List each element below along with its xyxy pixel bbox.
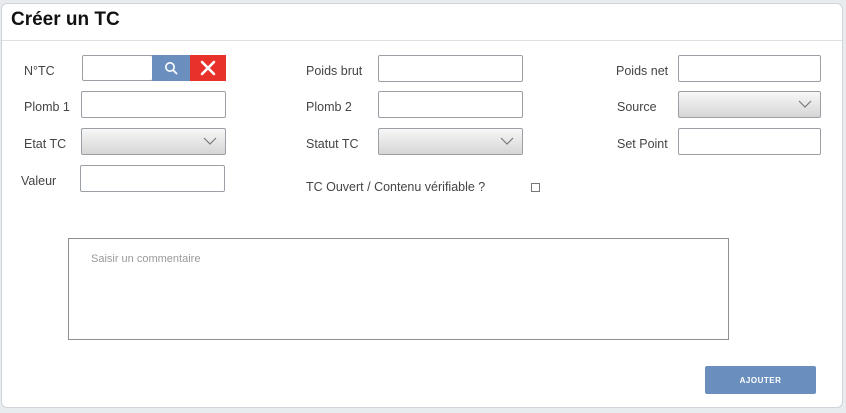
comment-placeholder: Saisir un commentaire <box>91 253 201 265</box>
plomb2-input[interactable] <box>378 91 523 118</box>
poids-net-input[interactable] <box>678 55 821 82</box>
create-tc-dialog: Créer un TC N°TC Poids brut Poids net Pl… <box>1 3 843 408</box>
poids-brut-label: Poids brut <box>306 64 363 78</box>
set-point-input[interactable] <box>678 128 821 155</box>
set-point-label: Set Point <box>617 137 668 151</box>
statut-tc-select[interactable] <box>378 128 523 155</box>
poids-brut-input[interactable] <box>378 55 523 82</box>
etat-tc-label: Etat TC <box>24 137 67 151</box>
valeur-label: Valeur <box>21 174 57 188</box>
tc-ouvert-label: TC Ouvert / Contenu vérifiable ? <box>306 180 486 194</box>
statut-tc-label: Statut TC <box>306 137 359 151</box>
search-icon <box>165 62 178 75</box>
source-select[interactable] <box>678 91 821 118</box>
dialog-header: Créer un TC <box>2 4 842 41</box>
chevron-down-icon <box>203 137 217 145</box>
add-button[interactable]: AJOUTER <box>705 366 816 394</box>
plomb2-label: Plomb 2 <box>306 100 352 114</box>
chevron-down-icon <box>500 137 514 145</box>
plomb1-input[interactable] <box>81 91 226 118</box>
ntc-input[interactable] <box>82 55 153 81</box>
source-label: Source <box>617 100 657 114</box>
close-icon <box>200 60 216 76</box>
tc-ouvert-checkbox[interactable] <box>531 183 540 192</box>
clear-button[interactable] <box>190 55 226 81</box>
chevron-down-icon <box>798 100 812 108</box>
etat-tc-select[interactable] <box>81 128 226 155</box>
search-button[interactable] <box>152 55 190 81</box>
comment-textarea[interactable]: Saisir un commentaire <box>68 238 729 340</box>
plomb1-label: Plomb 1 <box>24 100 70 114</box>
dialog-title: Créer un TC <box>11 9 120 30</box>
poids-net-label: Poids net <box>616 64 669 78</box>
ntc-label: N°TC <box>24 64 55 78</box>
valeur-input[interactable] <box>80 165 225 192</box>
